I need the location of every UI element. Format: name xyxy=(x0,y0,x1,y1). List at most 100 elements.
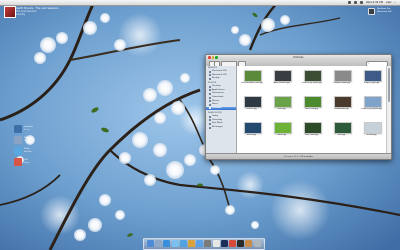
file-item[interactable]: Drops_of_light.jpg xyxy=(357,68,387,90)
scrollbar-thumb[interactable] xyxy=(387,68,390,102)
sidebar-item-label: Yesterday xyxy=(212,118,223,121)
side-widget-item[interactable]: Mail 2 unread xyxy=(14,136,44,146)
sidebar-item-label: Macintosh HD xyxy=(212,73,227,76)
sidebar-item-label: Macintosh HD xyxy=(212,70,227,73)
now-playing-genre: Country xyxy=(16,13,26,16)
side-widget-item-title: Contacts xyxy=(24,126,33,128)
wifi-icon[interactable] xyxy=(348,1,352,4)
window-title: Pictures xyxy=(293,55,304,59)
image-thumbnail xyxy=(273,122,292,134)
file-item[interactable]: Essence.jpg xyxy=(237,94,267,116)
now-playing-widget[interactable]: Garth Brooks - The Lost Sessions The Los… xyxy=(4,5,74,18)
preferences-icon[interactable] xyxy=(204,240,212,248)
finder-sidebar: DEVICES Macintosh HD Macintosh HD Backup… xyxy=(206,66,237,153)
spotlight-icon[interactable]: ⌕ xyxy=(395,1,396,4)
file-item[interactable]: Moss.jpg xyxy=(327,120,357,142)
album-art xyxy=(4,6,16,18)
file-item[interactable]: Crumpled_Paper.jpg xyxy=(327,68,357,90)
search-icon: ⌕ xyxy=(368,62,370,65)
side-widget-item-title: Mail xyxy=(24,137,29,139)
side-widget-item[interactable]: Contacts 3 new xyxy=(14,125,44,135)
file-name: Dark_Grass.jpg xyxy=(305,133,318,136)
textedit-icon[interactable] xyxy=(212,240,220,248)
documents-icon xyxy=(209,92,211,95)
photoshop-icon[interactable] xyxy=(220,240,228,248)
contacts-icon xyxy=(14,125,22,133)
safari-icon[interactable] xyxy=(163,240,171,248)
file-name: 1900_cornflakes_1280.jpg xyxy=(240,81,263,84)
image-thumbnail xyxy=(243,122,262,134)
file-item[interactable]: Grass.jpg xyxy=(267,94,297,116)
ichat-icon[interactable] xyxy=(171,240,179,248)
drive-icon xyxy=(209,70,211,73)
menu-bar-status-area: Wed 6:36 PM Alex ⌕ xyxy=(348,0,400,5)
sidebar-section-search: SEARCH FOR xyxy=(208,112,222,114)
image-thumbnail xyxy=(303,122,322,134)
volume-icon[interactable] xyxy=(354,1,358,4)
system-info-widget[interactable]: MacBook Pro Macintosh HD xyxy=(368,8,396,22)
image-thumbnail xyxy=(273,70,292,82)
drive-icon xyxy=(209,77,211,80)
menu-bar-clock[interactable]: Wed 6:36 PM xyxy=(366,1,383,4)
file-item[interactable]: Flowers_by_Stephen.jpg xyxy=(357,94,387,116)
calendar-icon[interactable] xyxy=(229,240,236,248)
sidebar-item-label: Today xyxy=(212,115,219,118)
vertical-scrollbar[interactable] xyxy=(386,66,391,153)
side-widget-item-title: iCal xyxy=(24,159,28,161)
file-name: apple_sliverwht.jpg xyxy=(273,81,290,84)
menu-bar: Wed 6:36 PM Alex ⌕ xyxy=(0,0,400,6)
file-name: Essence.jpg xyxy=(246,107,257,110)
sidebar-item-all-images[interactable]: All Images xyxy=(206,126,236,130)
side-widget-item-sub: 2 unread xyxy=(24,140,33,142)
image-thumbnail xyxy=(333,122,352,134)
trash-icon[interactable] xyxy=(253,240,261,248)
sidebar-item-backup[interactable]: Backup xyxy=(206,77,236,81)
side-widget-item[interactable]: iChat Available xyxy=(14,147,44,157)
file-name: Loudspeaker.jpg xyxy=(334,107,349,110)
calendar-icon xyxy=(14,158,22,166)
music-icon xyxy=(209,103,211,106)
file-name: Window.jpg xyxy=(366,133,377,136)
sidebar-item-pictures[interactable]: Pictures xyxy=(206,106,236,111)
iphoto-icon[interactable] xyxy=(188,240,195,248)
side-widget-item[interactable]: iCal Today xyxy=(14,158,44,168)
file-item[interactable]: Dark_Grass.jpg xyxy=(297,120,327,142)
clock-icon xyxy=(209,122,211,125)
file-item[interactable]: Loudspeaker.jpg xyxy=(327,94,357,116)
sidebar-item-label: Music xyxy=(212,103,218,106)
battery-icon[interactable] xyxy=(360,1,364,4)
app-store-icon[interactable] xyxy=(196,240,204,248)
movies-icon xyxy=(209,100,211,103)
image-thumbnail xyxy=(243,70,262,82)
terminal-icon[interactable] xyxy=(237,240,245,248)
downloads-stack-icon[interactable] xyxy=(245,240,253,248)
file-item[interactable]: Window.jpg xyxy=(357,120,387,142)
file-name: Moss.jpg xyxy=(337,133,346,136)
file-item[interactable]: apple_sliverwht.jpg xyxy=(267,68,297,90)
file-icon-grid: 1900_cornflakes_1280.jpg apple_sliverwht.… xyxy=(236,66,387,153)
clock-icon xyxy=(209,119,211,122)
image-thumbnail xyxy=(303,96,322,108)
file-item[interactable]: 1900_cornflakes_1280.jpg xyxy=(237,68,267,90)
image-thumbnail xyxy=(333,70,352,82)
downloads-icon xyxy=(209,96,211,99)
file-name: Leaves.jpg xyxy=(276,133,287,136)
file-item[interactable]: Leaves.jpg xyxy=(267,120,297,142)
sidebar-section-devices: DEVICES xyxy=(208,67,218,69)
file-item[interactable]: Corvette_by_Stylize.jpg xyxy=(297,68,327,90)
sidebar-item-label: Documents xyxy=(212,92,224,95)
finder-icon[interactable] xyxy=(147,240,154,248)
finder-window: Pictures ⌕ DEVICES Macintosh HD Macintos… xyxy=(205,54,392,160)
side-widget-item-sub: Available xyxy=(24,151,33,153)
sidebar-item-label: All Images xyxy=(212,126,223,129)
menu-bar-user[interactable]: Alex xyxy=(386,1,392,4)
file-name: Green_Leaf.jpg xyxy=(305,107,318,110)
file-item[interactable]: Aurora.jpg xyxy=(237,120,267,142)
file-item[interactable]: Green_Leaf.jpg xyxy=(297,94,327,116)
image-thumbnail xyxy=(333,96,352,108)
image-thumbnail xyxy=(273,96,292,108)
side-widget-item-sub: Today xyxy=(24,162,30,164)
itunes-icon[interactable] xyxy=(179,240,187,248)
side-widget-item-title: iChat xyxy=(24,148,30,150)
mail-icon[interactable] xyxy=(155,240,163,248)
